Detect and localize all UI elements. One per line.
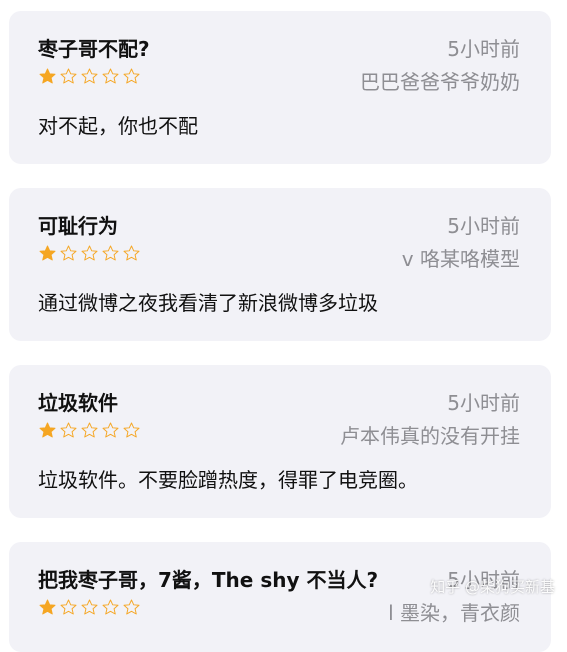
star-filled-icon <box>39 245 56 261</box>
star-outline-icon <box>123 68 140 84</box>
rating-stars <box>38 67 141 86</box>
review-card-4[interactable]: 把我枣子哥，7酱，The shy 不当人? 5小时前 l 墨染，青衣颜 <box>9 542 551 652</box>
rating-stars <box>38 421 141 440</box>
rating-stars <box>38 244 141 263</box>
review-card-1[interactable]: 枣子哥不配? 5小时前 巴巴爸爸爷爷奶奶 对不起，你也不配 <box>9 11 551 164</box>
review-card-2[interactable]: 可耻行为 5小时前 v 咯某咯模型 通过微博之夜我看清了新浪微博多垃圾 <box>9 188 551 341</box>
star-outline-icon <box>123 245 140 261</box>
watermark-text: 知乎 @柴狗买新基 <box>430 578 555 596</box>
star-outline-icon <box>81 245 98 261</box>
star-outline-icon <box>102 245 119 261</box>
star-outline-icon <box>102 68 119 84</box>
review-time: 5小时前 <box>447 214 520 238</box>
review-author: l 墨染，青衣颜 <box>388 601 520 625</box>
rating-stars <box>38 598 141 617</box>
star-filled-icon <box>39 68 56 84</box>
review-body: 对不起，你也不配 <box>38 114 198 138</box>
star-outline-icon <box>81 599 98 615</box>
review-time: 5小时前 <box>447 37 520 61</box>
star-outline-icon <box>81 422 98 438</box>
review-title: 枣子哥不配? <box>38 37 150 61</box>
review-body: 通过微博之夜我看清了新浪微博多垃圾 <box>38 291 378 315</box>
review-body: 垃圾软件。不要脸蹭热度，得罪了电竞圈。 <box>38 468 418 492</box>
star-filled-icon <box>39 599 56 615</box>
star-outline-icon <box>81 68 98 84</box>
review-card-3[interactable]: 垃圾软件 5小时前 卢本伟真的没有开挂 垃圾软件。不要脸蹭热度，得罪了电竞圈。 <box>9 365 551 518</box>
review-author: 巴巴爸爸爷爷奶奶 <box>360 70 520 94</box>
review-title: 垃圾软件 <box>38 391 118 415</box>
star-outline-icon <box>102 422 119 438</box>
star-outline-icon <box>123 599 140 615</box>
star-outline-icon <box>123 422 140 438</box>
review-title: 可耻行为 <box>38 214 118 238</box>
star-outline-icon <box>60 245 77 261</box>
review-author: 卢本伟真的没有开挂 <box>340 424 520 448</box>
review-title: 把我枣子哥，7酱，The shy 不当人? <box>38 568 379 592</box>
star-filled-icon <box>39 422 56 438</box>
star-outline-icon <box>102 599 119 615</box>
star-outline-icon <box>60 422 77 438</box>
star-outline-icon <box>60 599 77 615</box>
review-author: v 咯某咯模型 <box>401 247 520 271</box>
star-outline-icon <box>60 68 77 84</box>
review-time: 5小时前 <box>447 391 520 415</box>
